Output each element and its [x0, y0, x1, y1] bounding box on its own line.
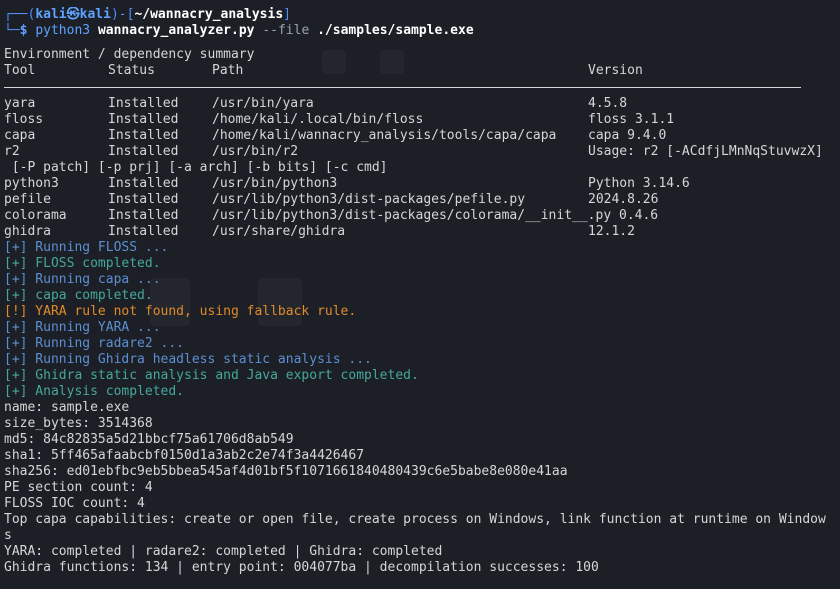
cell-tool: yara — [4, 96, 36, 111]
prompt-bracket: ] — [283, 7, 291, 22]
cell-status: Installed — [108, 112, 179, 127]
cell-status: Installed — [108, 128, 179, 143]
cell-version: Usage: r2 [-ACdfjLMnNqStuvwzX] — [588, 144, 823, 159]
log-line: [+] FLOSS completed. — [4, 256, 161, 271]
cell-path: /usr/lib/python3/dist-packages/pefile.py — [212, 192, 526, 207]
cell-tool: r2 — [4, 144, 20, 159]
prompt-corner: └─ — [4, 23, 20, 38]
prompt-at-symbol: ㉿ — [66, 7, 80, 22]
cell-tool: floss — [4, 112, 44, 127]
table-row: python3 Installed/usr/bin/python3 Python 3… — [4, 176, 840, 192]
command-flag: --file — [262, 23, 310, 38]
cell-tool: ghidra — [4, 224, 51, 239]
cell-status: Installed — [108, 208, 179, 223]
cell-tool: pefile — [4, 192, 51, 207]
cell-path: /usr/bin/python3 — [212, 176, 338, 191]
table-row: capa Installed/home/kali/wannacry_analysi… — [4, 128, 840, 144]
summary-pe-sections: PE section count: 4 — [4, 480, 153, 495]
summary-ghidra: Ghidra functions: 134 | entry point: 004… — [4, 560, 599, 575]
prompt-line: ┌──(kali㉿kali)-[~/wannacry_analysis] — [4, 7, 840, 23]
prompt-separator: )-[ — [110, 7, 135, 22]
prompt-path: ~/wannacry_analysis — [134, 7, 284, 22]
cell-version: 2024.8.26 — [588, 192, 659, 207]
summary-sha1: sha1: 5ff465afaabcbf0150d1a3ab2c2e74f3a4… — [4, 448, 365, 463]
cell-path: /usr/lib/python3/dist-packages/colorama/… — [212, 208, 659, 223]
cell-status: Installed — [108, 224, 179, 239]
log-line: [+] Analysis completed. — [4, 384, 185, 399]
log-line: [+] capa completed. — [4, 288, 153, 303]
cell-status: Installed — [108, 192, 179, 207]
log-line: [+] Running radare2 ... — [4, 336, 185, 351]
summary-name: name: sample.exe — [4, 400, 130, 415]
log-line: [+] Running capa ... — [4, 272, 161, 287]
header-path: Path — [212, 63, 244, 78]
cell-status: Installed — [108, 176, 179, 191]
cell-tool: capa — [4, 128, 36, 143]
command-script: wannacry_analyzer.py — [97, 23, 255, 38]
cell-version: floss 3.1.1 — [588, 112, 675, 127]
env-table-header: Tool Status Path Version — [4, 63, 840, 79]
log-line: [+] Running FLOSS ... — [4, 240, 169, 255]
prompt-user: kali — [35, 7, 67, 22]
cell-path: /usr/bin/r2 — [212, 144, 299, 159]
log-line: [+] Running YARA ... — [4, 320, 161, 335]
cell-version: capa 9.4.0 — [588, 128, 667, 143]
log-line: [+] Ghidra static analysis and Java expo… — [4, 368, 419, 383]
header-tool: Tool — [4, 63, 36, 78]
prompt-host: kali — [79, 7, 111, 22]
log-line: [+] Running Ghidra headless static analy… — [4, 352, 372, 367]
log-line-warning: [!] YARA rule not found, using fallback … — [4, 304, 357, 319]
cell-status: Installed — [108, 144, 179, 159]
cell-path: /home/kali/wannacry_analysis/tools/capa/… — [212, 128, 557, 143]
env-summary-title: Environment / dependency summary — [4, 47, 255, 62]
prompt-dollar: $ — [19, 23, 36, 38]
cell-version: 12.1.2 — [588, 224, 635, 239]
cell-path: /home/kali/.local/bin/floss — [212, 112, 424, 127]
cell-path: /usr/share/ghidra — [212, 224, 346, 239]
cell-path: /usr/bin/yara — [212, 96, 314, 111]
cell-tool: colorama — [4, 208, 67, 223]
table-divider — [4, 79, 801, 88]
prompt-corner: ┌──( — [4, 7, 36, 22]
command-line: └─$ python3 wannacry_analyzer.py --file … — [4, 23, 840, 39]
summary-size: size_bytes: 3514368 — [4, 416, 153, 431]
terminal-output[interactable]: ┌──(kali㉿kali)-[~/wannacry_analysis] └─$… — [4, 7, 840, 576]
summary-tool-status: YARA: completed | radare2: completed | G… — [4, 544, 443, 559]
summary-floss-ioc: FLOSS IOC count: 4 — [4, 496, 145, 511]
cell-version: Python 3.14.6 — [588, 176, 690, 191]
summary-capa-capabilities: Top capa capabilities: create or open fi… — [4, 512, 826, 543]
table-row: floss Installed/home/kali/.local/bin/flos… — [4, 112, 840, 128]
cell-status: Installed — [108, 96, 179, 111]
table-row: ghidra Installed/usr/share/ghidra 12.1.2 — [4, 224, 840, 240]
table-row: pefile Installed/usr/lib/python3/dist-pac… — [4, 192, 840, 208]
table-row: yara Installed/usr/bin/yara 4.5.8 — [4, 96, 840, 112]
table-row: r2 Installed/usr/bin/r2 Usage: r2 [-ACdfjL… — [4, 144, 840, 160]
command-file-arg: ./samples/sample.exe — [317, 23, 474, 38]
table-row: colorama Installed/usr/lib/python3/dist-p… — [4, 208, 840, 224]
header-status: Status — [108, 63, 155, 78]
command-name: python3 — [35, 23, 91, 38]
table-row-wrap: [-P patch] [-p prj] [-a arch] [-b bits] … — [4, 160, 388, 175]
summary-sha256: sha256: ed01ebfbc9eb5bbea545af4d01bf5f10… — [4, 464, 568, 479]
cell-tool: python3 — [4, 176, 59, 191]
cell-version: 4.5.8 — [588, 96, 628, 111]
header-version: Version — [588, 63, 643, 78]
summary-md5: md5: 84c82835a5d21bbcf75a61706d8ab549 — [4, 432, 294, 447]
